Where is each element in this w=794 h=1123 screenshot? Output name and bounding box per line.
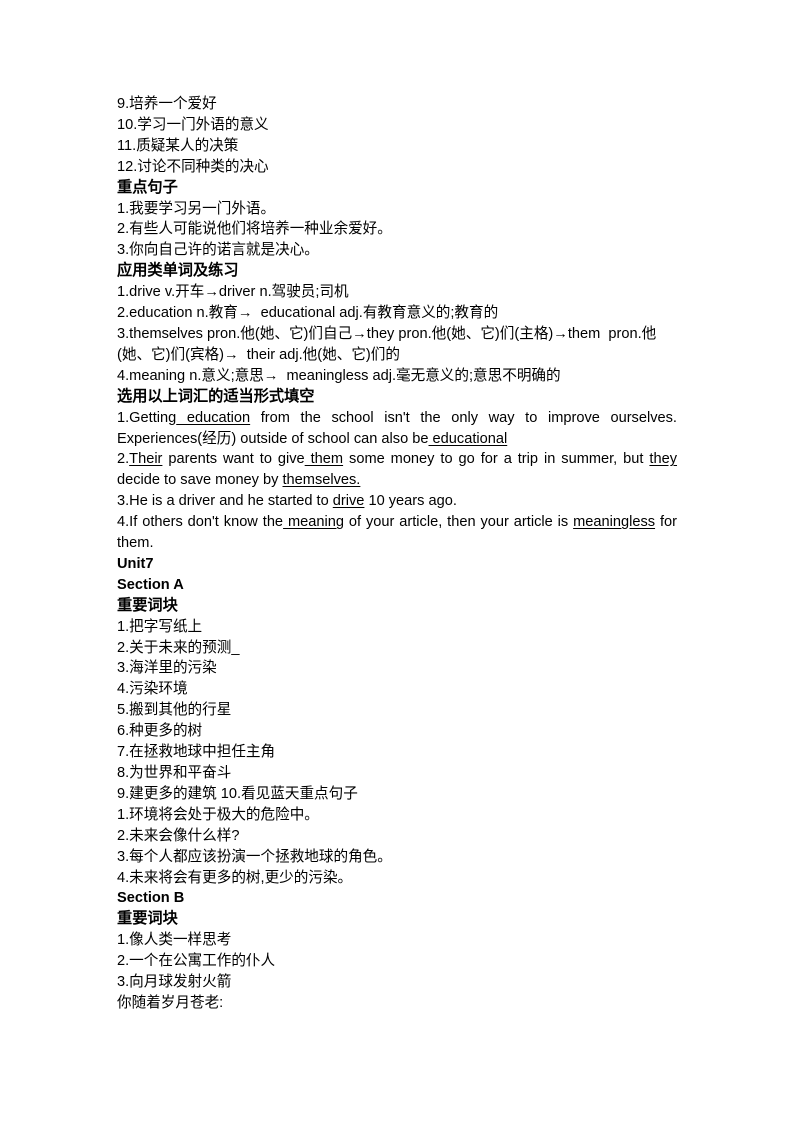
- list-item: 9.建更多的建筑 10.看见蓝天重点句子: [117, 785, 358, 802]
- exercise-item: 2.Their parents want to give them some m…: [117, 449, 677, 491]
- section-heading: Section B: [117, 890, 185, 907]
- section-heading: 重点句子: [117, 178, 178, 196]
- list-item: 你随着岁月苍老:: [117, 994, 224, 1011]
- section-heading: 选用以上词汇的适当形式填空: [117, 387, 315, 405]
- list-item: 3.themselves pron.他(她、它)们自己→they pron.他(…: [117, 325, 657, 363]
- exercise-answer: education: [176, 409, 251, 426]
- exercise-answer: meaningless: [573, 514, 656, 531]
- exercise-text: of your article, then your article is: [343, 514, 574, 531]
- list-item: 4.污染环境: [117, 681, 188, 698]
- exercise-answer: drive: [332, 493, 365, 510]
- list-item: 3.你向自己许的诺言就是决心。: [117, 242, 319, 259]
- list-item: 3.向月球发射火箭: [117, 974, 232, 991]
- section-heading: Section A: [117, 576, 184, 593]
- list-item: 1.我要学习另一门外语。: [117, 200, 276, 217]
- exercise-answer: Their: [129, 451, 163, 468]
- list-item: 1.环境将会处于极大的危险中。: [117, 806, 319, 823]
- list-item: 2.有些人可能说他们将培养一种业余爱好。: [117, 221, 392, 238]
- document-body: 9.培养一个爱好 10.学习一门外语的意义 11.质疑某人的决策 12.讨论不同种类的…: [117, 94, 677, 1014]
- exercise-text: 4.If others don't know the: [117, 514, 284, 531]
- exercise-text: 1.Getting: [117, 409, 177, 426]
- exercise-text: 3.He is a driver and he started to: [117, 493, 333, 510]
- list-item: 11.质疑某人的决策: [117, 137, 239, 154]
- list-item: 4.未来将会有更多的树,更少的污染。: [117, 869, 353, 886]
- exercise-item: 4.If others don't know the meaning of yo…: [117, 512, 677, 554]
- section-heading: 重要词块: [117, 910, 178, 928]
- list-item: 6.种更多的树: [117, 723, 203, 740]
- list-item: 9.培养一个爱好: [117, 96, 217, 112]
- list-item: 3.海洋里的污染: [117, 660, 217, 677]
- list-item: 4.meaning n.意义;意思→ meaningless adj.毫无意义的…: [117, 367, 561, 384]
- list-item: 1.把字写纸上: [117, 618, 203, 635]
- list-item: 1.像人类一样思考: [117, 932, 232, 949]
- list-item: 3.每个人都应该扮演一个拯救地球的角色。: [117, 848, 392, 865]
- document-page: 9.培养一个爱好 10.学习一门外语的意义 11.质疑某人的决策 12.讨论不同种类的…: [0, 0, 794, 1123]
- list-item: 2.一个在公寓工作的仆人: [117, 953, 276, 970]
- list-item: 10.学习一门外语的意义: [117, 116, 269, 133]
- list-item: 8.为世界和平奋斗: [117, 765, 232, 781]
- exercise-text: 2.: [117, 451, 130, 468]
- exercise-answer: them: [304, 451, 344, 468]
- section-heading: Unit7: [117, 555, 154, 572]
- list-item: 1.drive v.开车→driver n.驾驶员;司机: [117, 284, 349, 301]
- section-heading: 重要词块: [117, 596, 178, 614]
- exercise-answer: meaning: [283, 514, 344, 531]
- list-item: 12.讨论不同种类的决心: [117, 158, 269, 175]
- exercise-answer: they: [649, 451, 678, 468]
- list-item: 7.在拯救地球中担任主角: [117, 744, 276, 761]
- list-item: 2.关于未来的预测_: [117, 639, 240, 656]
- exercise-text: parents want to give: [162, 451, 305, 468]
- exercise-answer: themselves.: [282, 472, 361, 489]
- exercise-text: some money to go for a trip in summer, b…: [343, 451, 650, 468]
- section-heading: 应用类单词及练习: [117, 262, 239, 280]
- list-item: 5.搬到其他的行星: [117, 702, 232, 719]
- exercise-text: 10 years ago.: [364, 493, 457, 510]
- list-item: 2.未来会像什么样?: [117, 827, 240, 844]
- exercise-item: 1.Getting education from the school isn'…: [117, 408, 677, 450]
- exercise-answer: educational: [428, 430, 508, 447]
- list-item: 2.education n.教育→ educational adj.有教育意义的…: [117, 305, 499, 322]
- exercise-item: 3.He is a driver and he started to drive…: [117, 491, 677, 512]
